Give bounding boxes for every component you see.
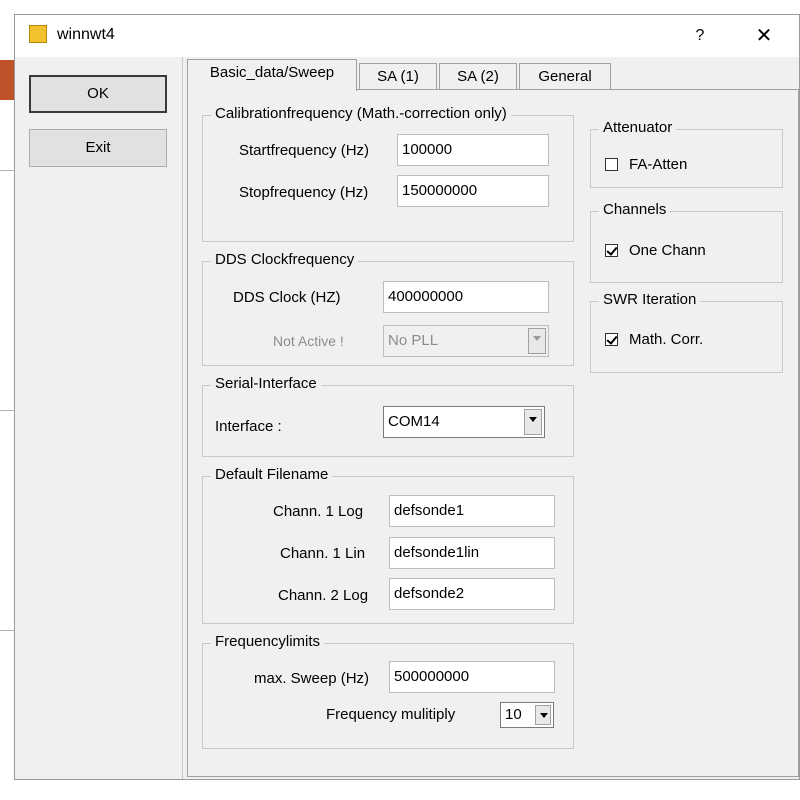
chann1-lin-input[interactable]: defsonde1lin [389, 537, 555, 569]
max-sweep-label: max. Sweep (Hz) [254, 670, 370, 687]
chann1-log-label: Chann. 1 Log [273, 503, 364, 520]
tab-general[interactable]: General [519, 63, 611, 90]
one-chann-label: One Chann [629, 242, 706, 259]
fa-atten-checkbox[interactable] [605, 158, 618, 171]
chevron-down-icon[interactable] [535, 705, 551, 725]
group-dds-clock-title: DDS Clockfrequency [211, 251, 359, 268]
stopfrequency-input[interactable]: 150000000 [397, 175, 549, 207]
group-serial-interface: Serial-Interface Interface : COM14 [202, 375, 574, 457]
one-chann-checkbox[interactable] [605, 244, 618, 257]
group-calibration-title: Calibrationfrequency (Math.-correction o… [211, 105, 511, 122]
group-swr-iteration: SWR Iteration Math. Corr. [590, 291, 783, 373]
tab-page-basic-data-sweep: Calibrationfrequency (Math.-correction o… [187, 89, 799, 777]
dds-clock-label: DDS Clock (HZ) [233, 289, 341, 306]
frequency-multiply-value: 10 [505, 706, 522, 723]
pll-select: No PLL [383, 325, 549, 357]
group-default-filename: Default Filename Chann. 1 Log defsonde1 … [202, 466, 574, 624]
title-bar: winnwt4 ? ✕ [15, 15, 799, 57]
dds-clock-input[interactable]: 400000000 [383, 281, 549, 313]
chann2-log-label: Chann. 2 Log [278, 587, 369, 604]
tab-basic-data-sweep[interactable]: Basic_data/Sweep [187, 59, 357, 91]
tab-sa-1[interactable]: SA (1) [359, 63, 437, 90]
tab-sa-2[interactable]: SA (2) [439, 63, 517, 90]
pll-select-value: No PLL [388, 332, 439, 349]
chevron-down-icon [528, 328, 546, 354]
fa-atten-label: FA-Atten [629, 156, 688, 173]
group-dds-clock: DDS Clockfrequency DDS Clock (HZ) 400000… [202, 251, 574, 366]
group-swr-iteration-title: SWR Iteration [599, 291, 701, 308]
settings-dialog: winnwt4 ? ✕ OK Exit Basic_data/Sweep SA … [14, 14, 800, 780]
button-panel: OK Exit [15, 57, 183, 779]
group-frequencylimits-title: Frequencylimits [211, 633, 325, 650]
stopfrequency-label: Stopfrequency (Hz) [239, 184, 369, 201]
close-button[interactable]: ✕ [749, 23, 779, 49]
group-attenuator: Attenuator FA-Atten [590, 119, 783, 188]
group-calibration: Calibrationfrequency (Math.-correction o… [202, 105, 574, 242]
frequency-multiply-label: Frequency mulitiply [326, 706, 456, 723]
math-corr-checkbox[interactable] [605, 333, 618, 346]
pll-label: Not Active ! [273, 333, 344, 349]
startfrequency-input[interactable]: 100000 [397, 134, 549, 166]
chann1-lin-label: Chann. 1 Lin [280, 545, 366, 562]
group-channels-title: Channels [599, 201, 671, 218]
startfrequency-label: Startfrequency (Hz) [239, 142, 370, 159]
group-frequencylimits: Frequencylimits max. Sweep (Hz) 50000000… [202, 633, 574, 749]
window-title: winnwt4 [57, 26, 115, 43]
background-app-left-edge [0, 60, 14, 100]
max-sweep-input[interactable]: 500000000 [389, 661, 555, 693]
group-channels: Channels One Chann [590, 201, 783, 283]
app-icon [29, 25, 47, 43]
interface-label: Interface : [215, 418, 282, 435]
group-default-filename-title: Default Filename [211, 466, 333, 483]
chann1-log-input[interactable]: defsonde1 [389, 495, 555, 527]
frequency-multiply-select[interactable]: 10 [500, 702, 554, 728]
background-app-divider [0, 630, 14, 631]
group-serial-interface-title: Serial-Interface [211, 375, 321, 392]
exit-button[interactable]: Exit [29, 129, 167, 167]
help-button[interactable]: ? [685, 23, 715, 49]
ok-button[interactable]: OK [29, 75, 167, 113]
interface-select-value: COM14 [388, 413, 440, 430]
background-app-divider [0, 170, 14, 171]
group-attenuator-title: Attenuator [599, 119, 677, 136]
math-corr-label: Math. Corr. [629, 331, 704, 348]
background-app-divider [0, 410, 14, 411]
interface-select[interactable]: COM14 [383, 406, 545, 438]
chevron-down-icon[interactable] [524, 409, 542, 435]
chann2-log-input[interactable]: defsonde2 [389, 578, 555, 610]
